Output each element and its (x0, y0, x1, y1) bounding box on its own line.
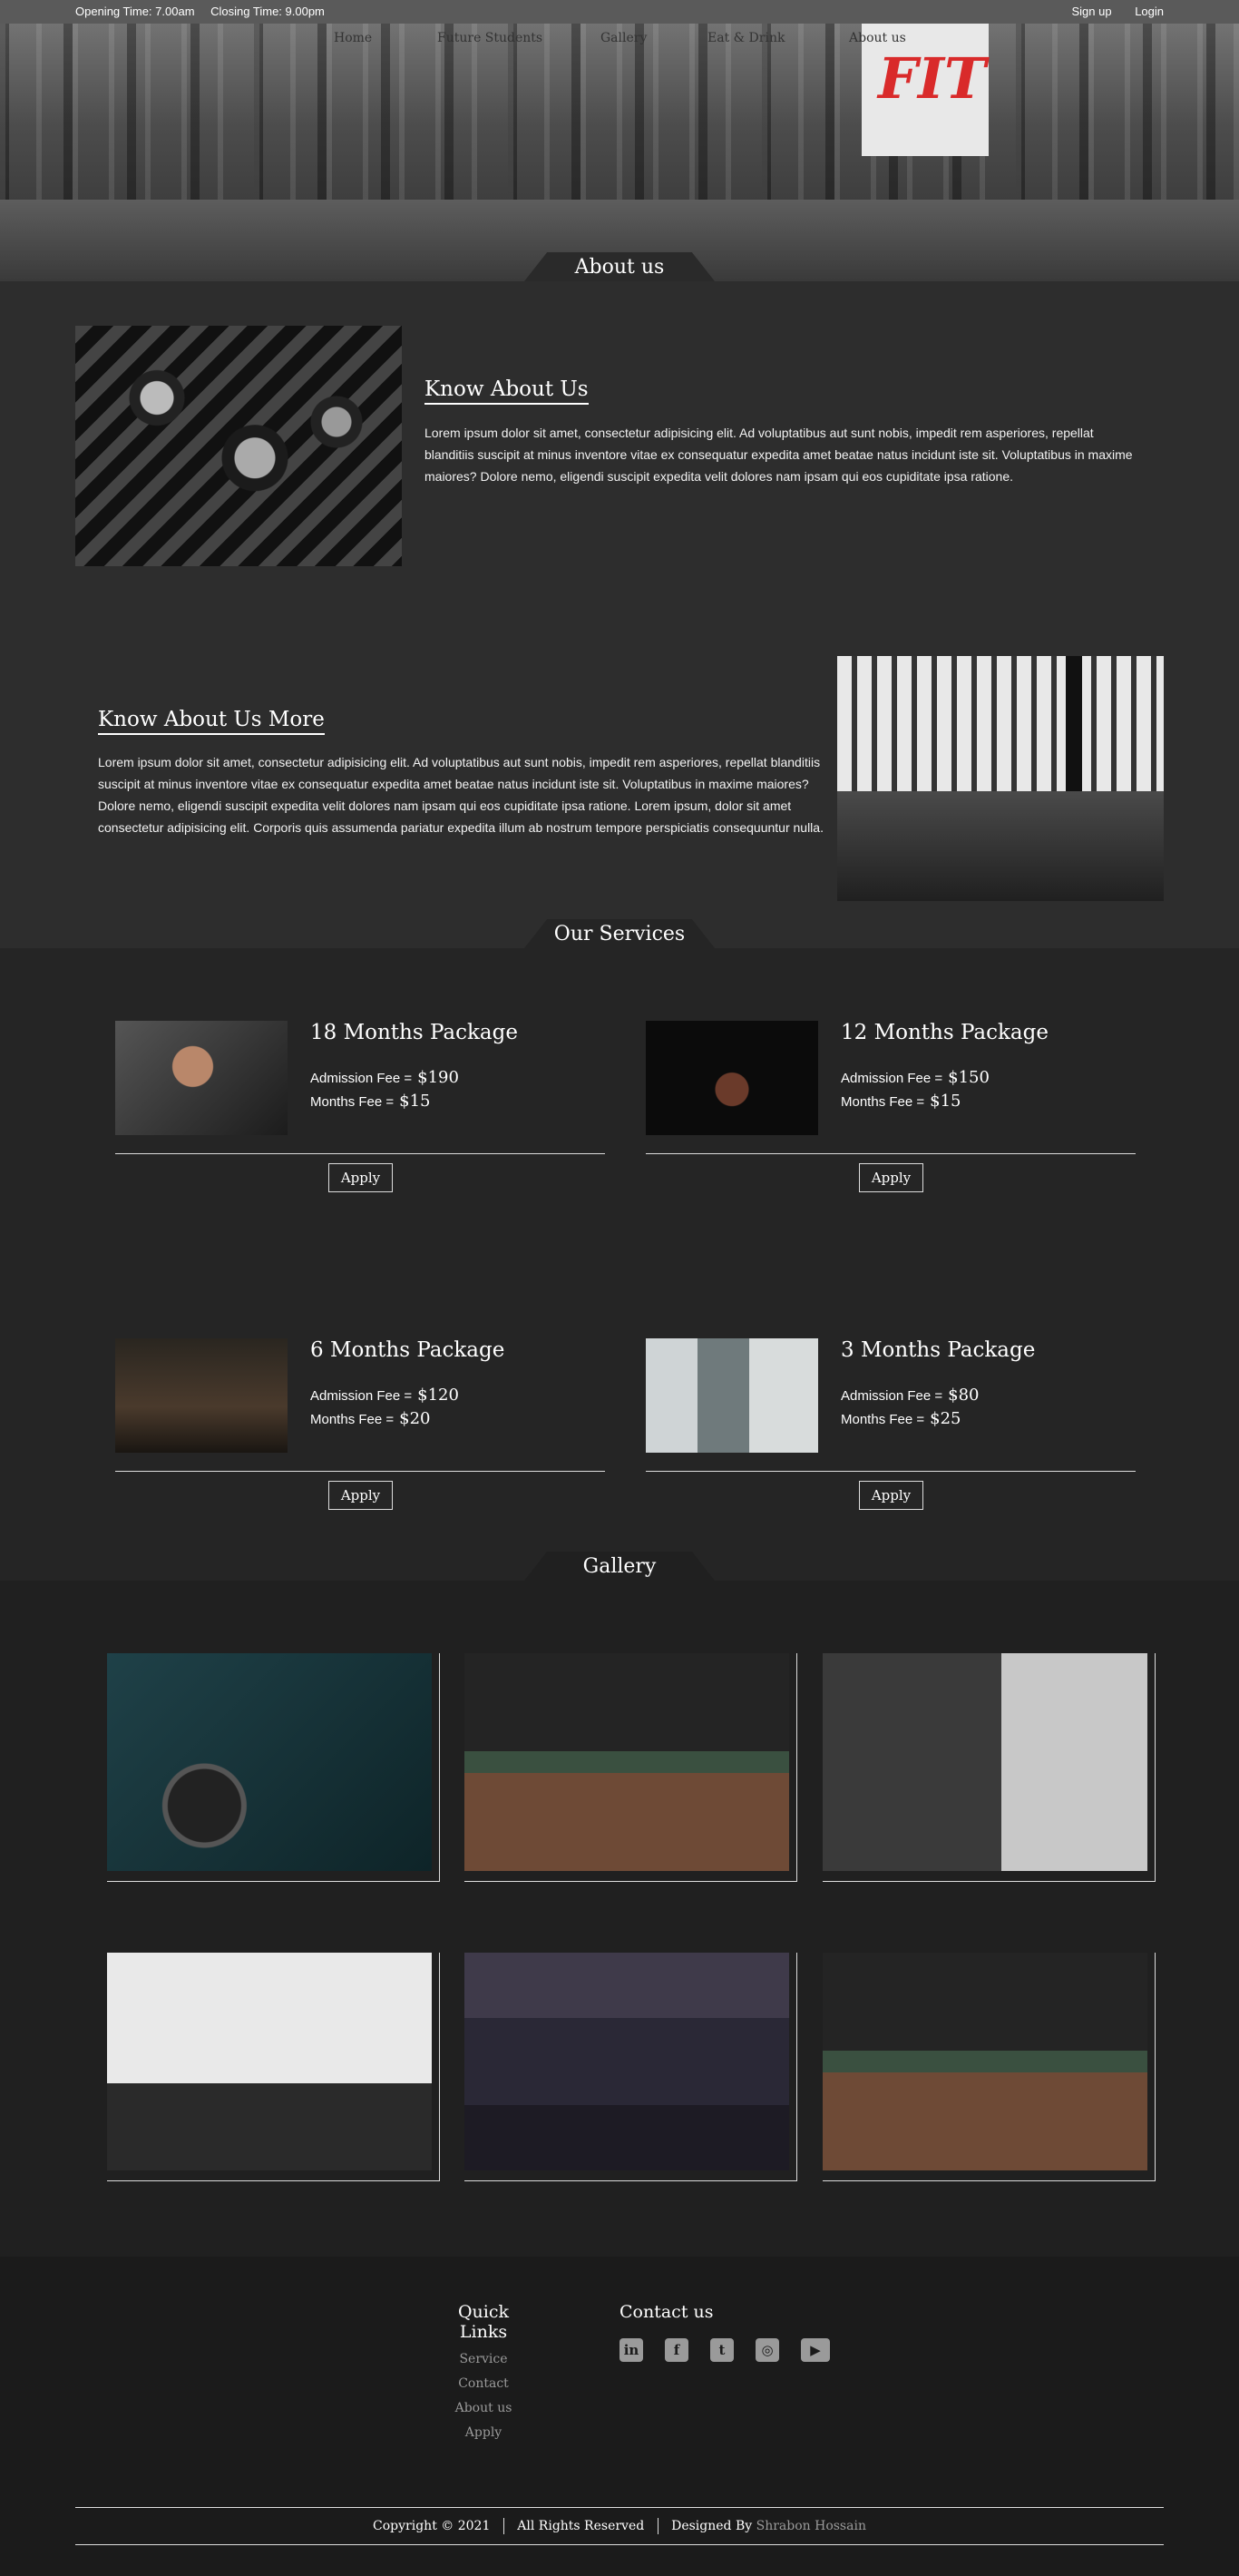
about-gym-room-image (837, 656, 1164, 901)
quick-links-title: Quick Links (457, 2302, 510, 2342)
copyright-icon: © (441, 2519, 454, 2533)
about-dumbbells-image (75, 326, 402, 566)
months-fee: Months Fee = $25 (841, 1409, 961, 1428)
know-about-us-text: Lorem ipsum dolor sit amet, consectetur … (424, 426, 1133, 484)
divider (646, 1153, 1136, 1154)
package-title: 3 Months Package (841, 1338, 1036, 1362)
months-fee: Months Fee = $15 (310, 1092, 431, 1111)
contact-us: Contact us in f t ◎ ▶ (620, 2302, 852, 2362)
nav-about-us[interactable]: About us (849, 31, 906, 45)
months-fee: Months Fee = $15 (841, 1092, 961, 1111)
package-title: 12 Months Package (841, 1021, 1049, 1044)
footer-link-service[interactable]: Service (438, 2352, 529, 2366)
package-image (115, 1338, 288, 1453)
admission-fee: Admission Fee = $190 (310, 1068, 459, 1087)
package-image (115, 1021, 288, 1135)
know-about-us-title: Know About Us (424, 377, 589, 405)
gallery-tab: Gallery (524, 1552, 715, 1581)
signup-link[interactable]: Sign up (1071, 5, 1111, 18)
footer-link-apply[interactable]: Apply (438, 2425, 529, 2440)
divider (657, 2518, 659, 2534)
services-tab: Our Services (524, 919, 715, 948)
designer-link[interactable]: Shrabon Hossain (756, 2519, 866, 2533)
package-card: 3 Months Package Admission Fee = $80 Mont… (646, 1338, 1136, 1520)
opening-time: Opening Time: 7.00am (75, 5, 195, 18)
facebook-icon[interactable]: f (665, 2338, 688, 2362)
copyright-bar: Copyright © 2021 All Rights Reserved Des… (75, 2507, 1164, 2545)
gallery-item[interactable] (107, 1653, 440, 1882)
divider (502, 2518, 504, 2534)
designed-by-label: Designed By (671, 2519, 753, 2533)
footer-link-contact[interactable]: Contact (438, 2376, 529, 2391)
footer-link-about-us[interactable]: About us (438, 2401, 529, 2415)
about-tab: About us (524, 252, 715, 281)
divider (115, 1471, 605, 1472)
nav-eat-drink[interactable]: Eat & Drink (707, 31, 785, 45)
gallery-section (0, 1581, 1239, 2257)
opening-hours: Opening Time: 7.00am Closing Time: 9.00p… (75, 5, 337, 18)
hero-banner: FIT Home Future Students Gallery Eat & D… (0, 0, 1239, 281)
gallery-item[interactable] (823, 1653, 1156, 1882)
copyright-year: 2021 (457, 2519, 491, 2533)
divider (115, 1153, 605, 1154)
apply-button[interactable]: Apply (328, 1163, 393, 1192)
package-card: 18 Months Package Admission Fee = $190 Mo… (115, 1021, 605, 1202)
package-card: 12 Months Package Admission Fee = $150 Mo… (646, 1021, 1136, 1202)
closing-time: Closing Time: 9.00pm (210, 5, 325, 18)
youtube-icon[interactable]: ▶ (801, 2338, 830, 2362)
admission-fee: Admission Fee = $80 (841, 1386, 980, 1405)
package-card: 6 Months Package Admission Fee = $120 Mon… (115, 1338, 605, 1520)
months-fee: Months Fee = $20 (310, 1409, 431, 1428)
apply-button[interactable]: Apply (859, 1481, 923, 1510)
about-section: Know About Us Lorem ipsum dolor sit amet… (0, 281, 1239, 948)
twitter-icon[interactable]: t (710, 2338, 734, 2362)
social-icons: in f t ◎ ▶ (620, 2338, 852, 2362)
admission-fee: Admission Fee = $150 (841, 1068, 990, 1087)
login-link[interactable]: Login (1135, 5, 1164, 18)
services-section: 18 Months Package Admission Fee = $190 Mo… (0, 948, 1239, 1581)
know-about-us-more-title: Know About Us More (98, 708, 325, 735)
quick-links: Quick Links Service Contact About us App… (438, 2302, 529, 2440)
footer: Quick Links Service Contact About us App… (0, 2257, 1239, 2576)
gallery-item[interactable] (464, 1653, 797, 1882)
linkedin-icon[interactable]: in (620, 2338, 643, 2362)
copyright-label: Copyright (373, 2519, 437, 2533)
gallery-item[interactable] (464, 1953, 797, 2181)
gallery-item[interactable] (823, 1953, 1156, 2181)
nav-future-students[interactable]: Future Students (437, 31, 542, 45)
nav-home[interactable]: Home (334, 31, 372, 45)
rights-text: All Rights Reserved (517, 2519, 645, 2533)
nav-gallery[interactable]: Gallery (600, 31, 647, 45)
top-bar: Opening Time: 7.00am Closing Time: 9.00p… (0, 0, 1239, 24)
know-about-us-more-text: Lorem ipsum dolor sit amet, consectetur … (98, 755, 824, 835)
package-image (646, 1021, 818, 1135)
gallery-item[interactable] (107, 1953, 440, 2181)
apply-button[interactable]: Apply (328, 1481, 393, 1510)
package-title: 18 Months Package (310, 1021, 518, 1044)
admission-fee: Admission Fee = $120 (310, 1386, 459, 1405)
divider (646, 1471, 1136, 1472)
package-image (646, 1338, 818, 1453)
contact-title: Contact us (620, 2302, 714, 2322)
auth-links: Sign up Login (1051, 5, 1164, 18)
instagram-icon[interactable]: ◎ (756, 2338, 779, 2362)
apply-button[interactable]: Apply (859, 1163, 923, 1192)
package-title: 6 Months Package (310, 1338, 505, 1362)
